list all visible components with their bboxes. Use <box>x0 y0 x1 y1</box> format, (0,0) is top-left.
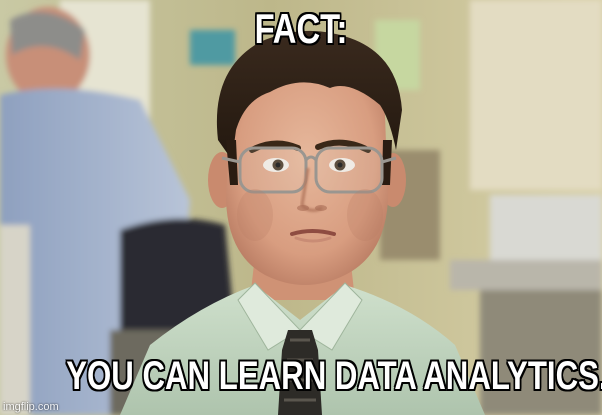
imgflip-watermark[interactable]: imgflip.com <box>3 401 59 414</box>
meme-canvas: FACT: YOU CAN LEARN DATA ANALYTICS. imgf… <box>0 0 602 415</box>
top-caption: FACT: <box>254 5 348 52</box>
bottom-caption: YOU CAN LEARN DATA ANALYTICS. <box>66 354 602 398</box>
